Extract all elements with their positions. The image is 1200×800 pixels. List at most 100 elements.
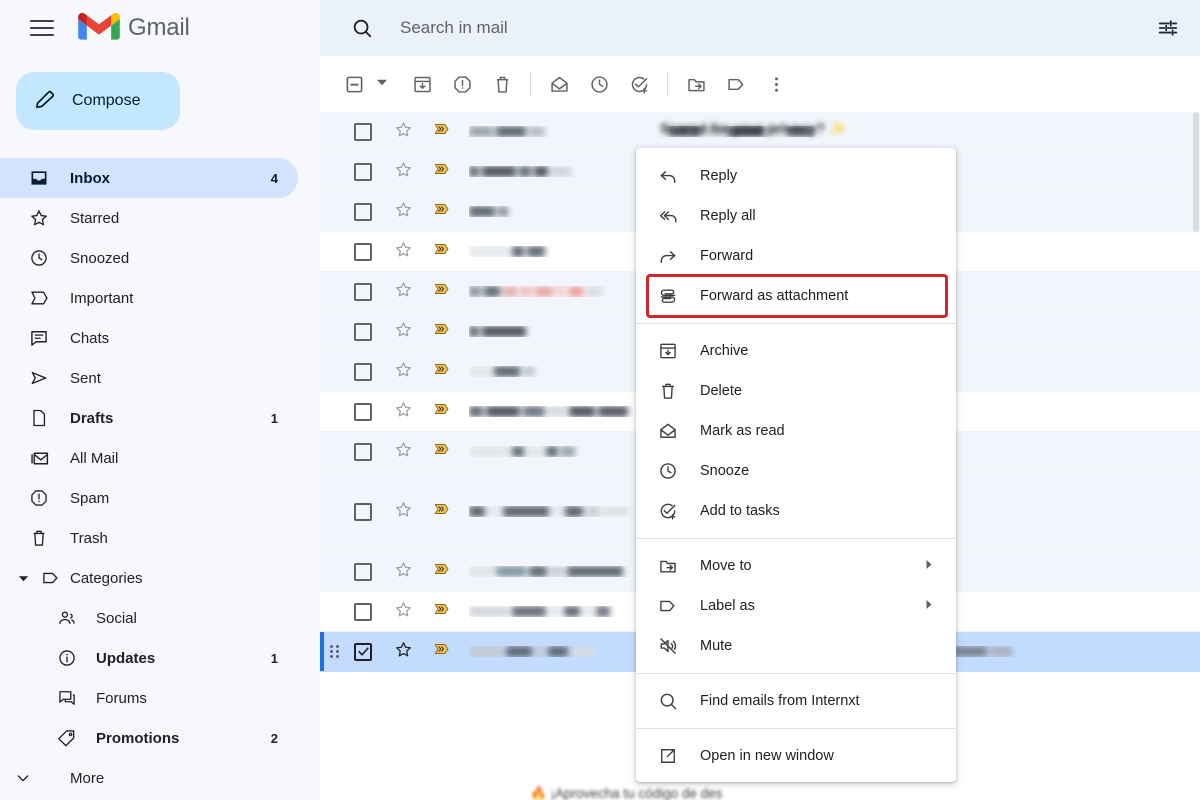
row-checkbox[interactable] <box>354 602 372 621</box>
delete-button[interactable] <box>482 64 522 104</box>
email-context-menu[interactable]: Reply Reply all Forward Forward as attachme… <box>636 148 956 782</box>
menu-item-add-to-tasks[interactable]: Add to tasks <box>636 491 956 531</box>
row-star-icon[interactable] <box>394 360 413 384</box>
row-checkbox[interactable] <box>354 362 372 381</box>
row-checkbox[interactable] <box>354 202 372 221</box>
sidebar-item-chats[interactable]: Chats <box>0 318 298 358</box>
row-important-icon[interactable] <box>433 240 451 263</box>
menu-item-reply-all[interactable]: Reply all <box>636 196 956 236</box>
row-important-icon[interactable] <box>433 280 451 303</box>
row-important-icon[interactable] <box>433 600 451 623</box>
menu-item-reply[interactable]: Reply <box>636 156 956 196</box>
submenu-arrow-icon <box>925 597 934 615</box>
menu-item-archive[interactable]: Archive <box>636 331 956 371</box>
sidebar-item-promotions[interactable]: Promotions 2 <box>0 718 298 758</box>
select-all-checkbox[interactable] <box>334 64 388 104</box>
sidebar-item-drafts[interactable]: Drafts 1 <box>0 398 298 438</box>
row-checkbox[interactable] <box>354 242 372 261</box>
sidebar-item-spam[interactable]: Spam <box>0 478 298 518</box>
search-icon[interactable] <box>338 4 386 52</box>
row-star-icon[interactable] <box>394 200 413 224</box>
move-to-button[interactable] <box>676 64 716 104</box>
mark-as-read-button[interactable] <box>539 64 579 104</box>
sidebar-item-categories[interactable]: Categories <box>0 558 298 598</box>
sidebar-item-social[interactable]: Social <box>0 598 298 638</box>
row-star-icon[interactable] <box>394 400 413 424</box>
row-checkbox[interactable] <box>354 162 372 181</box>
menu-item-find-emails-from-internxt[interactable]: Find emails from Internxt <box>636 681 956 721</box>
row-star-icon[interactable] <box>394 320 413 344</box>
row-important-icon[interactable] <box>433 640 451 663</box>
sidebar-item-label: Social <box>96 609 137 627</box>
row-star-icon[interactable] <box>394 640 413 664</box>
row-star-icon[interactable] <box>394 600 413 624</box>
menu-item-label: Find emails from Internxt <box>700 693 860 709</box>
list-scrollbar[interactable] <box>1192 112 1200 800</box>
sidebar-item-sent[interactable]: Sent <box>0 358 298 398</box>
search-bar[interactable] <box>320 0 1200 56</box>
menu-item-label: Mute <box>700 638 733 654</box>
menu-item-delete[interactable]: Delete <box>636 371 956 411</box>
select-all-caret-icon[interactable] <box>376 75 388 93</box>
sidebar-item-forums[interactable]: Forums <box>0 678 298 718</box>
gmail-brand[interactable]: Gmail <box>78 10 190 47</box>
snooze-button[interactable] <box>579 64 619 104</box>
menu-item-snooze[interactable]: Snooze <box>636 451 956 491</box>
menu-item-label-as[interactable]: Label as <box>636 586 956 626</box>
sidebar-item-starred[interactable]: Starred <box>0 198 298 238</box>
submenu-arrow-icon <box>925 557 934 575</box>
labels-button[interactable] <box>716 64 756 104</box>
report-spam-button[interactable] <box>442 64 482 104</box>
row-checkbox[interactable] <box>354 122 372 141</box>
row-checkbox[interactable] <box>354 502 372 521</box>
sidebar-item-more[interactable]: More <box>0 758 298 798</box>
sidebar-item-all-mail[interactable]: All Mail <box>0 438 298 478</box>
row-important-icon[interactable] <box>433 400 451 423</box>
row-important-icon[interactable] <box>433 320 451 343</box>
search-input[interactable] <box>400 18 1144 38</box>
tune-filter-icon[interactable] <box>1144 4 1192 52</box>
menu-item-open-in-new-window[interactable]: Open in new window <box>636 736 956 776</box>
sidebar-item-label: Trash <box>70 529 108 547</box>
menu-item-forward[interactable]: Forward <box>636 236 956 276</box>
row-star-icon[interactable] <box>394 240 413 264</box>
row-important-icon[interactable] <box>433 440 451 463</box>
row-checkbox[interactable] <box>354 322 372 341</box>
hamburger-icon[interactable] <box>18 4 66 52</box>
menu-item-mute[interactable]: Mute <box>636 626 956 666</box>
more-options-button[interactable] <box>756 64 796 104</box>
sidebar-item-inbox[interactable]: Inbox 4 <box>0 158 298 198</box>
row-star-icon[interactable] <box>394 560 413 584</box>
drag-handle-icon[interactable] <box>330 645 344 658</box>
row-checkbox[interactable] <box>354 402 372 421</box>
sidebar-item-updates[interactable]: Updates 1 <box>0 638 298 678</box>
sidebar-item-important[interactable]: Important <box>0 278 298 318</box>
row-star-icon[interactable] <box>394 500 413 524</box>
sidebar-item-label: Spam <box>70 489 110 507</box>
row-star-icon[interactable] <box>394 440 413 464</box>
menu-item-move-to[interactable]: Move to <box>636 546 956 586</box>
row-star-icon[interactable] <box>394 280 413 304</box>
row-important-icon[interactable] <box>433 360 451 383</box>
row-important-icon[interactable] <box>433 200 451 223</box>
row-important-icon[interactable] <box>433 160 451 183</box>
checkbox-indeterminate-icon[interactable] <box>334 64 374 104</box>
scrollbar-thumb[interactable] <box>1193 112 1199 232</box>
row-important-icon[interactable] <box>433 120 451 143</box>
row-checkbox[interactable] <box>354 282 372 301</box>
reply-icon <box>658 166 678 186</box>
row-star-icon[interactable] <box>394 160 413 184</box>
menu-item-forward-as-attachment[interactable]: Forward as attachment <box>646 274 948 318</box>
row-important-icon[interactable] <box>433 560 451 583</box>
row-checkbox[interactable] <box>354 562 372 581</box>
row-star-icon[interactable] <box>394 120 413 144</box>
add-to-tasks-button[interactable] <box>619 64 659 104</box>
row-checkbox[interactable] <box>354 442 372 461</box>
sidebar-item-trash[interactable]: Trash <box>0 518 298 558</box>
compose-button[interactable]: Compose <box>16 72 180 130</box>
menu-item-mark-as-read[interactable]: Mark as read <box>636 411 956 451</box>
row-checkbox[interactable] <box>354 642 372 661</box>
archive-button[interactable] <box>402 64 442 104</box>
sidebar-item-snoozed[interactable]: Snoozed <box>0 238 298 278</box>
row-important-icon[interactable] <box>433 500 451 523</box>
